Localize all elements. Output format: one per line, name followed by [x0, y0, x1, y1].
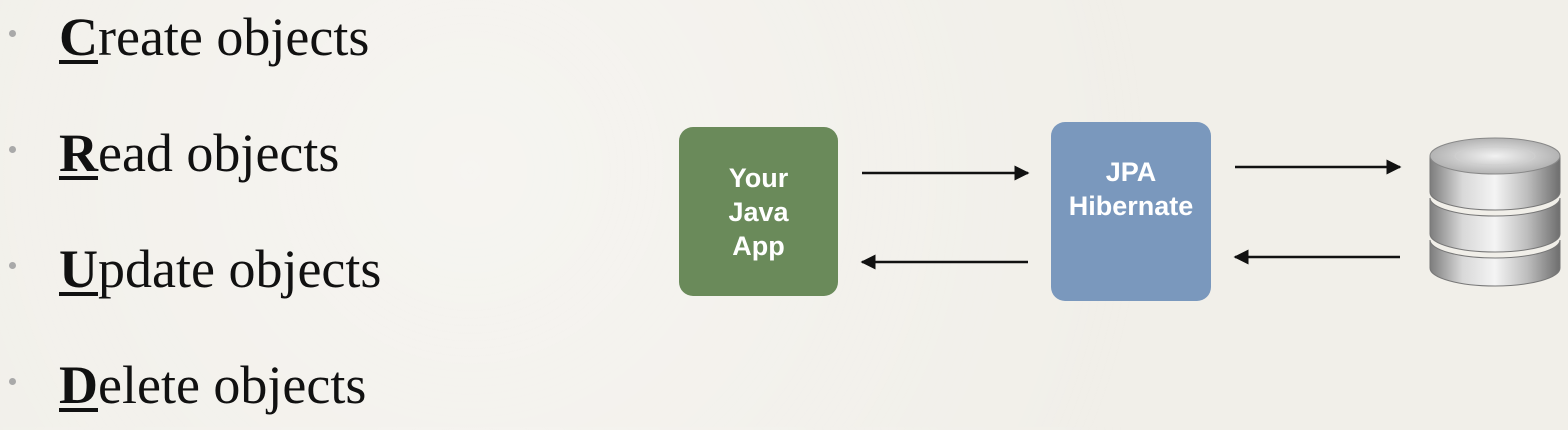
database-icon	[1429, 137, 1561, 287]
arrows-layer	[860, 159, 1402, 270]
